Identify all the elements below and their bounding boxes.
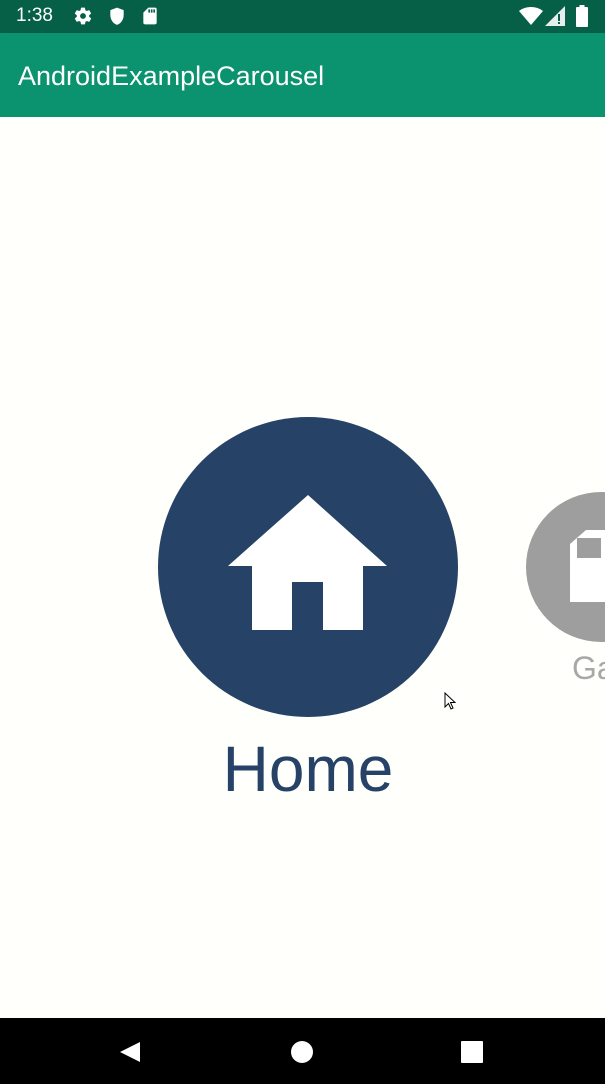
shield-icon [110, 7, 124, 25]
app-title: AndroidExampleCarousel [18, 61, 325, 91]
app-bar: AndroidExampleCarousel [0, 33, 605, 117]
settings-icon [74, 7, 92, 25]
carousel-item-next[interactable]: Ga [526, 492, 605, 686]
back-icon[interactable] [118, 1040, 142, 1064]
navigation-bar [0, 1018, 605, 1084]
sd-card-icon [143, 7, 157, 25]
home-icon [228, 495, 387, 630]
next-item-circle[interactable] [526, 492, 605, 642]
home-item-label: Home [222, 733, 394, 805]
sd-card-icon [570, 530, 605, 602]
carousel-item-home[interactable]: Home [158, 417, 458, 809]
battery-icon [576, 5, 588, 27]
next-item-label: Ga [572, 650, 605, 686]
recents-icon[interactable] [460, 1040, 484, 1064]
status-bar: 1:38 [0, 0, 605, 33]
home-item-circle[interactable] [158, 417, 458, 717]
screen: 1:38 AndroidExampleCarousel Home G [0, 0, 605, 1084]
status-time: 1:38 [16, 5, 53, 26]
wifi-icon [519, 7, 543, 25]
signal-icon [545, 6, 565, 26]
home-nav-icon[interactable] [290, 1040, 314, 1064]
mouse-cursor-icon [444, 692, 457, 710]
carousel-content[interactable]: Home Ga [0, 117, 605, 1018]
